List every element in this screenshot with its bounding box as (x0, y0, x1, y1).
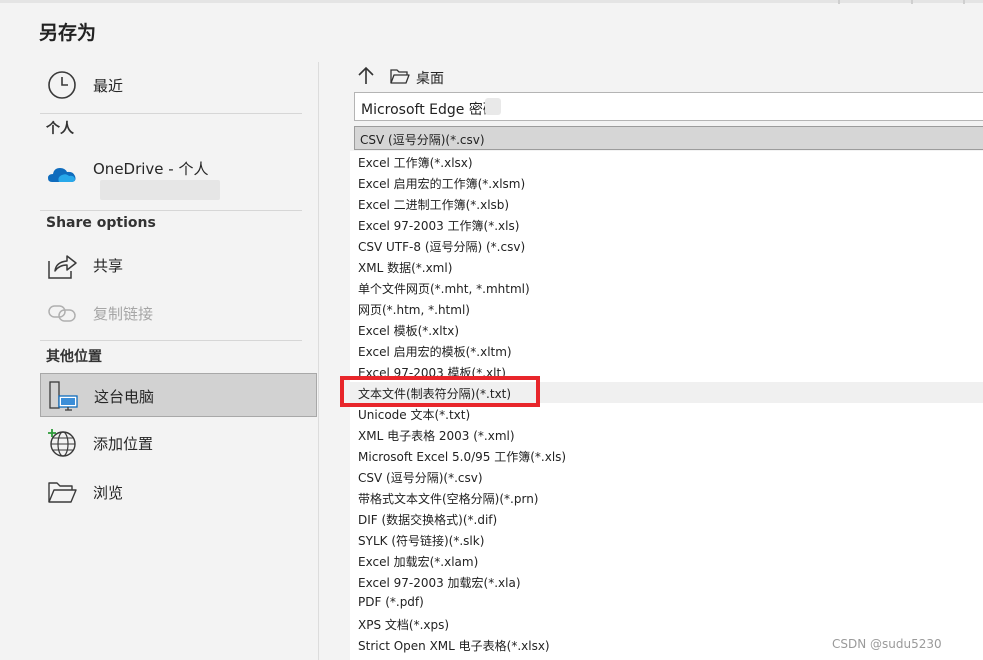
file-type-option[interactable]: 单个文件网页(*.mht, *.mhtml) (350, 277, 983, 298)
filename-input[interactable]: Microsoft Edge 密码 (354, 92, 983, 121)
share-icon (48, 255, 77, 279)
file-type-option[interactable]: Excel 模板(*.xltx) (350, 319, 983, 340)
nav-onedrive[interactable]: OneDrive - 个人 (40, 148, 317, 204)
file-type-option[interactable]: 网页(*.htm, *.html) (350, 298, 983, 319)
breadcrumb-location[interactable]: 桌面 (416, 68, 444, 88)
filename-value: Microsoft Edge 密码 (361, 102, 497, 118)
nav-this-pc[interactable]: 这台电脑 (40, 373, 317, 417)
nav-this-pc-label: 这台电脑 (94, 388, 155, 406)
nav-share[interactable]: 共享 (40, 243, 317, 287)
redacted-account (100, 180, 220, 200)
up-arrow-icon[interactable] (357, 66, 375, 86)
file-type-option[interactable]: PDF (*.pdf) (350, 592, 983, 613)
file-type-option[interactable]: XPS 文档(*.xps) (350, 613, 983, 634)
file-type-option[interactable]: XML 电子表格 2003 (*.xml) (350, 424, 983, 445)
divider (40, 340, 302, 341)
divider (40, 210, 302, 211)
file-type-option[interactable]: Excel 二进制工作簿(*.xlsb) (350, 193, 983, 214)
file-type-option[interactable]: XML 数据(*.xml) (350, 256, 983, 277)
file-type-option[interactable]: Microsoft Excel 5.0/95 工作簿(*.xls) (350, 445, 983, 466)
nav-add-place[interactable]: 添加位置 (40, 421, 317, 465)
link-icon (48, 305, 76, 322)
clock-icon (48, 71, 76, 99)
section-personal: 个人 (46, 121, 74, 137)
onedrive-cloud-icon (48, 168, 76, 182)
file-type-option[interactable]: Excel 启用宏的模板(*.xltm) (350, 340, 983, 361)
file-type-option[interactable]: CSV UTF-8 (逗号分隔) (*.csv) (350, 235, 983, 256)
file-type-option[interactable]: SYLK (符号链接)(*.slk) (350, 529, 983, 550)
globe-add-icon (48, 429, 76, 457)
file-type-option[interactable]: DIF (数据交换格式)(*.dif) (350, 508, 983, 529)
file-type-option[interactable]: CSV (逗号分隔)(*.csv) (350, 466, 983, 487)
file-type-select[interactable]: CSV (逗号分隔)(*.csv) (354, 126, 983, 150)
left-nav: 最近 个人 OneDrive - 个人 Share options 共享 复制链… (0, 0, 318, 660)
open-folder-icon (48, 482, 77, 503)
nav-copy-link[interactable]: 复制链接 (40, 291, 317, 335)
divider (40, 113, 302, 114)
file-type-option[interactable]: Excel 工作簿(*.xlsx) (350, 151, 983, 172)
nav-copy-link-label: 复制链接 (93, 305, 154, 323)
file-type-option[interactable]: Excel 加载宏(*.xlam) (350, 550, 983, 571)
nav-share-label: 共享 (93, 257, 124, 275)
nav-onedrive-label: OneDrive - 个人 (93, 160, 209, 178)
computer-icon (49, 381, 78, 411)
nav-browse-label: 浏览 (93, 484, 124, 502)
file-type-option[interactable]: 带格式文本文件(空格分隔)(*.prn) (350, 487, 983, 508)
redacted-text (485, 98, 501, 115)
panel-divider (318, 62, 319, 660)
file-type-selected: CSV (逗号分隔)(*.csv) (360, 133, 485, 147)
nav-browse[interactable]: 浏览 (40, 470, 317, 514)
nav-add-place-label: 添加位置 (93, 435, 154, 453)
file-type-option[interactable]: Excel 启用宏的工作簿(*.xlsm) (350, 172, 983, 193)
watermark: CSDN @sudu5230 (832, 637, 942, 651)
nav-recent-label: 最近 (93, 77, 124, 95)
annotation-highlight-box (340, 376, 540, 407)
nav-recent[interactable]: 最近 (40, 63, 317, 107)
section-other: 其他位置 (46, 349, 102, 365)
file-type-option[interactable]: Excel 97-2003 工作簿(*.xls) (350, 214, 983, 235)
folder-icon (390, 69, 410, 84)
section-share: Share options (46, 215, 156, 231)
file-type-option[interactable]: Excel 97-2003 加载宏(*.xla) (350, 571, 983, 592)
